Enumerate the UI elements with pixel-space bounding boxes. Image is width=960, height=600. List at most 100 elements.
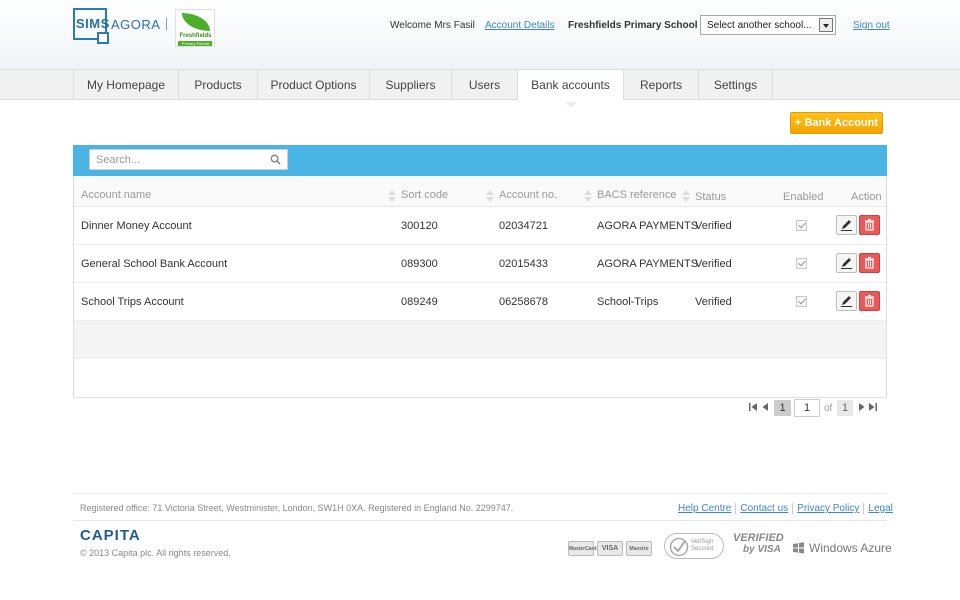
verified-by-visa-logo: VERIFIED by VISA [733, 532, 784, 556]
tab-settings[interactable]: Settings [698, 70, 773, 100]
visa-logo: VISA [597, 541, 623, 556]
mastercard-logo: MasterCard [568, 541, 597, 556]
cell-account-no: 02034721 [499, 220, 548, 232]
next-page-icon[interactable] [857, 402, 867, 412]
card-label: Maestro [629, 546, 649, 552]
col-account-no[interactable]: Account no. [499, 189, 557, 201]
sort-icon[interactable] [680, 188, 692, 204]
main-nav: My Homepage Products Product Options Sup… [0, 69, 960, 108]
sort-icon[interactable] [386, 188, 398, 204]
cell-bacs-reference: School-Trips [597, 296, 659, 308]
last-page-icon[interactable] [868, 402, 878, 412]
privacy-policy-link[interactable]: Privacy Policy [792, 503, 863, 514]
col-status[interactable]: Status [695, 191, 726, 203]
by-visa-text: by VISA [743, 544, 781, 555]
current-page[interactable]: 1 [774, 400, 791, 416]
enabled-checkbox[interactable] [796, 296, 807, 307]
tab-my-homepage[interactable]: My Homepage [73, 70, 178, 100]
tab-bank-accounts[interactable]: Bank accounts [517, 70, 623, 108]
tab-product-options[interactable]: Product Options [257, 70, 369, 100]
col-account-name[interactable]: Account name [81, 189, 151, 201]
enabled-checkbox[interactable] [796, 220, 807, 231]
sims-logo-text: SIMS [76, 16, 110, 31]
col-bacs-reference[interactable]: BACS reference [597, 189, 676, 201]
tab-reports[interactable]: Reports [623, 70, 698, 100]
cell-sort-code: 300120 [401, 220, 438, 232]
prev-page-icon[interactable] [760, 402, 770, 412]
tab-products[interactable]: Products [178, 70, 257, 100]
sign-out-link[interactable]: Sign out [853, 20, 890, 31]
chevron-down-icon[interactable] [819, 18, 833, 32]
azure-text: Windows Azure [809, 541, 892, 555]
maestro-logo: Maestro [626, 541, 652, 556]
tab-label: Suppliers [385, 78, 436, 92]
cell-sort-code: 089249 [401, 296, 438, 308]
grid-header: Account name Sort code Account no. BACS … [74, 176, 886, 207]
sort-icon[interactable] [484, 188, 496, 204]
cell-account-no: 02015433 [499, 258, 548, 270]
school-logo: Freshfields Primary School [175, 9, 216, 47]
cell-account-no: 06258678 [499, 296, 548, 308]
tab-label: Bank accounts [531, 78, 610, 92]
search-icon[interactable] [270, 154, 281, 165]
pager-of-text: of [824, 403, 833, 414]
active-tab-pointer [564, 102, 577, 108]
sims-agora-logo[interactable]: SIMS AGORA Freshfields Primary School [73, 8, 216, 48]
edit-button[interactable] [836, 215, 857, 235]
total-pages: 1 [837, 400, 853, 416]
windows-azure-logo: Windows Azure [792, 541, 892, 555]
contact-us-link[interactable]: Contact us [735, 503, 792, 514]
cell-sort-code: 089300 [401, 258, 438, 270]
welcome-text: Welcome Mrs Fasil [390, 20, 475, 31]
school-select-dropdown[interactable]: Select another school... [700, 15, 836, 35]
logo-divider [166, 18, 168, 30]
tab-users[interactable]: Users [451, 70, 517, 100]
school-logo-sub: Primary School [178, 41, 213, 46]
tab-label: Products [194, 78, 242, 92]
footer-divider [73, 493, 887, 494]
cell-status: Verified [695, 258, 732, 270]
search-input[interactable] [90, 150, 265, 169]
delete-button[interactable] [859, 215, 880, 235]
search-box [89, 149, 288, 170]
pencil-icon [841, 296, 852, 307]
leaf-icon [182, 13, 211, 31]
tab-label: Product Options [270, 78, 357, 92]
sims-logo-icon: SIMS [73, 8, 109, 48]
cell-status: Verified [695, 296, 732, 308]
edit-button[interactable] [836, 291, 857, 311]
legal-link[interactable]: Legal [863, 503, 896, 514]
cell-account-name: School Trips Account [81, 296, 184, 308]
card-label: VISA [601, 545, 619, 552]
cell-account-name: General School Bank Account [81, 258, 228, 270]
delete-button[interactable] [859, 291, 880, 311]
footer-divider [73, 520, 887, 521]
school-logo-name: Freshfields [179, 33, 212, 39]
cell-bacs-reference: AGORA PAYMENTS [597, 220, 699, 232]
pencil-icon [841, 220, 852, 231]
edit-button[interactable] [836, 253, 857, 273]
delete-button[interactable] [859, 253, 880, 273]
windows-logo-icon [793, 542, 804, 554]
agora-logo-text: AGORA [111, 16, 161, 32]
verisign-secured-badge: VeriSign Secured [664, 533, 724, 559]
verisign-text: VeriSign Secured [691, 539, 714, 552]
pencil-icon [841, 258, 852, 269]
add-bank-account-button[interactable]: + Bank Account [790, 112, 883, 134]
tab-label: My Homepage [86, 78, 166, 92]
col-sort-code[interactable]: Sort code [401, 189, 448, 201]
sort-icon[interactable] [582, 188, 594, 204]
tab-label: Settings [713, 78, 758, 92]
first-page-icon[interactable] [748, 402, 758, 412]
help-centre-link[interactable]: Help Centre [678, 503, 735, 514]
tab-suppliers[interactable]: Suppliers [369, 70, 451, 100]
col-enabled: Enabled [783, 191, 824, 203]
header: SIMS AGORA Freshfields Primary School We… [0, 0, 960, 69]
trash-icon [865, 256, 874, 269]
empty-row [74, 321, 886, 359]
enabled-checkbox[interactable] [796, 258, 807, 269]
verified-text: VERIFIED [733, 532, 784, 544]
account-details-link[interactable]: Account Details [485, 20, 554, 31]
capita-logo: CAPITA [80, 527, 141, 544]
page-number-input[interactable] [794, 399, 820, 417]
